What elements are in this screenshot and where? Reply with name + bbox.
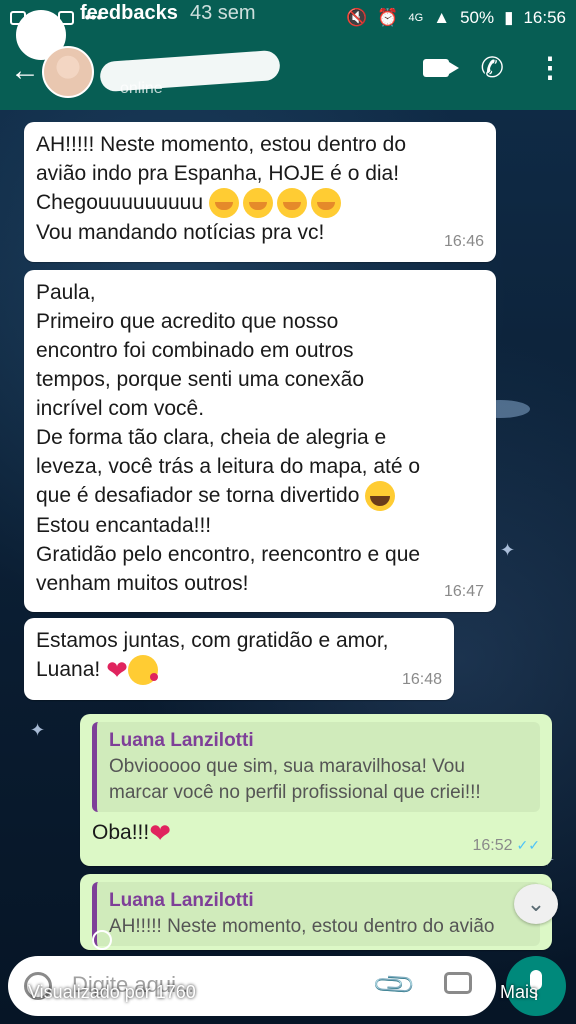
message-bubble-outgoing[interactable]: Luana Lanzilotti Obviooooo que sim, sua … xyxy=(80,714,552,866)
message-line: Vou mandando notícias pra vc! xyxy=(36,221,325,245)
message-line: Chegouuuuuuuuu xyxy=(36,188,484,219)
message-text: Luana! xyxy=(36,658,101,681)
hugging-emoji-icon xyxy=(276,188,307,219)
back-arrow-icon[interactable]: ← xyxy=(10,54,40,88)
message-time: 16:47 xyxy=(443,583,484,600)
story-age: 43 sem xyxy=(190,2,256,24)
contact-status: online xyxy=(120,80,163,97)
message-time: 16:46 xyxy=(443,233,484,250)
hugging-emoji-icon xyxy=(208,188,239,219)
story-viewers-icon xyxy=(92,930,112,950)
message-text: Chegouuuuuuuuu xyxy=(36,191,203,214)
star-icon: ✦ xyxy=(500,540,516,560)
heart-emoji-icon: ❤ xyxy=(149,817,171,848)
quoted-line: marcar você no perfil profissional que c… xyxy=(109,782,481,803)
chevron-down-icon[interactable]: ⌄ xyxy=(514,884,558,924)
message-time-text: 16:52 xyxy=(472,837,513,854)
message-line: que é desafiador se torna divertido xyxy=(36,481,484,512)
quoted-author: Luana Lanzilotti xyxy=(109,730,254,751)
message-line: Primeiro que acredito que nosso xyxy=(36,310,339,333)
message-line: tempos, porque senti uma conexão xyxy=(36,368,365,391)
message-text: que é desafiador se torna divertido xyxy=(36,484,360,507)
battery-icon: ▮ xyxy=(504,8,514,27)
message-time: 16:52 ✓✓ xyxy=(472,831,540,860)
message-bubble-incoming[interactable]: Estamos juntas, com gratidão e amor, Lua… xyxy=(24,618,454,700)
clock: 16:56 xyxy=(523,8,566,27)
quoted-line: Obviooooo que sim, sua maravilhosa! Vou xyxy=(109,756,465,777)
battery-percent: 50% xyxy=(460,8,495,27)
phone-icon[interactable]: ✆ xyxy=(481,54,504,82)
alarm-icon: ⏰ xyxy=(377,8,399,27)
message-line: leveza, você trás a leitura do mapa, até… xyxy=(36,455,421,478)
story-more-button[interactable]: Mais xyxy=(500,982,538,1003)
network-type: 4G xyxy=(408,12,424,24)
kiss-emoji-icon xyxy=(127,655,158,686)
message-line: venham muitos outros! xyxy=(36,572,249,596)
attach-icon[interactable]: 📎 xyxy=(371,961,419,1009)
message-line: Estamos juntas, com gratidão e amor, xyxy=(36,629,389,652)
chat-header: feedbacks 43 sem ← online ✆ ⋮ xyxy=(0,2,576,110)
star-icon: ✦ xyxy=(30,720,46,740)
message-bubble-incoming[interactable]: AH!!!!! Neste momento, estou dentro do a… xyxy=(24,122,496,262)
message-bubble-outgoing[interactable]: Luana Lanzilotti AH!!!!! Neste momento, … xyxy=(80,874,552,950)
quoted-line: AH!!!!! Neste momento, estou dentro do a… xyxy=(109,916,495,937)
mute-icon: 🔇 xyxy=(346,8,368,27)
story-viewed-count[interactable]: Visualizado por 1760 xyxy=(28,982,196,1003)
quoted-message[interactable]: Luana Lanzilotti Obviooooo que sim, sua … xyxy=(92,722,540,812)
message-time: 16:48 xyxy=(401,671,442,688)
story-account-name: feedbacks xyxy=(80,2,178,24)
message-line: De forma tão clara, cheia de alegria e xyxy=(36,426,387,449)
quoted-author: Luana Lanzilotti xyxy=(109,890,254,911)
signal-icon: ▲ xyxy=(433,8,451,27)
message-line: Paula, xyxy=(36,281,96,304)
more-options-icon[interactable]: ⋮ xyxy=(536,54,564,82)
hugging-emoji-icon xyxy=(310,188,341,219)
video-call-icon[interactable] xyxy=(422,59,459,77)
message-line: Gratidão pelo encontro, reencontro e que xyxy=(36,543,421,567)
contact-avatar[interactable] xyxy=(42,46,94,98)
message-line: incrível com você. xyxy=(36,397,205,420)
read-ticks-icon: ✓✓ xyxy=(516,837,540,853)
tears-of-joy-emoji-icon xyxy=(365,481,396,512)
message-text: Oba!!! xyxy=(92,821,150,844)
message-line: Estou encantada!!! xyxy=(36,514,212,538)
message-line: encontro foi combinado em outros xyxy=(36,339,354,362)
quoted-message[interactable]: Luana Lanzilotti AH!!!!! Neste momento, … xyxy=(92,882,540,946)
camera-icon[interactable] xyxy=(444,972,472,994)
heart-emoji-icon: ❤ xyxy=(106,654,128,685)
hugging-emoji-icon xyxy=(242,188,273,219)
message-bubble-incoming[interactable]: Paula, Primeiro que acredito que nosso e… xyxy=(24,270,496,612)
message-line: avião indo pra Espanha, HOJE é o dia! xyxy=(36,162,400,185)
message-line: Luana! ❤ xyxy=(36,654,442,686)
message-line: AH!!!!! Neste momento, estou dentro do xyxy=(36,133,407,156)
